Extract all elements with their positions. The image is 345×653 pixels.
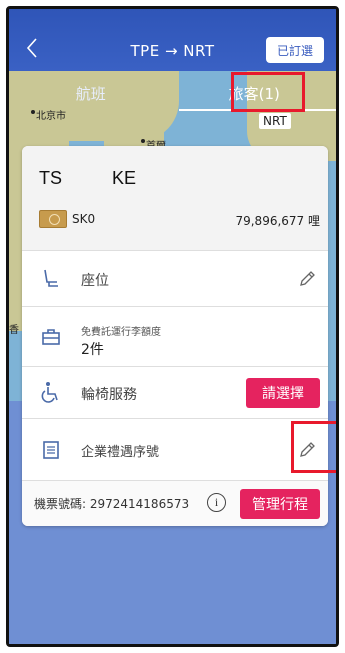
wheelchair-select-button[interactable]: 請選擇: [246, 378, 320, 408]
passenger-card: TS KE SK0 79,896,677 哩 座位 免費託運行李額度 2件 輪椅…: [22, 146, 336, 526]
passenger-header: TS KE SK0 79,896,677 哩: [22, 146, 328, 250]
seat-icon: [44, 269, 58, 287]
membership-card-icon: [39, 210, 67, 228]
passenger-name: TS KE: [39, 168, 136, 189]
passenger-name-start: TS: [39, 168, 63, 188]
wheelchair-row: 輪椅服務 請選擇: [22, 366, 328, 418]
map-label-hk: 香: [9, 325, 19, 336]
manage-trip-button[interactable]: 管理行程: [240, 489, 320, 519]
document-icon: [43, 441, 59, 459]
luggage-icon: [42, 329, 60, 345]
ticket-footer: 機票號碼: 2972414186573 i 管理行程: [22, 480, 328, 526]
redaction-mask: [62, 168, 113, 184]
redaction-mask: [95, 214, 168, 225]
info-icon[interactable]: i: [207, 493, 226, 512]
miles-balance: 79,896,677 哩: [235, 214, 320, 228]
baggage-allowance-label: 免費託運行李額度: [81, 327, 161, 338]
passenger-name-end: KE: [112, 168, 137, 188]
highlight-box-corporate-edit: [291, 421, 336, 473]
wheelchair-icon: [41, 382, 58, 403]
corporate-label: 企業禮遇序號: [81, 445, 160, 460]
seat-row[interactable]: 座位: [22, 250, 328, 306]
ticket-number: 機票號碼: 2972414186573: [34, 497, 190, 511]
tab-flight[interactable]: 航班: [9, 75, 173, 111]
phone-screen: 北京市 首爾 香 TPE → NRT 已訂選 航班 旅客(1) NRT TSKE…: [6, 6, 339, 647]
wheelchair-label: 輪椅服務: [81, 387, 137, 403]
membership-prefix: SK0: [72, 212, 96, 226]
corporate-row[interactable]: 企業禮遇序號: [22, 418, 328, 480]
highlight-box-passenger-tab: [231, 72, 305, 112]
baggage-row: 免費託運行李額度 2件: [22, 306, 328, 366]
baggage-allowance-value: 2件: [81, 342, 104, 358]
nav-bar: TPE → NRT 已訂選: [9, 9, 336, 71]
seat-label: 座位: [81, 273, 109, 289]
edit-seat-pencil-icon[interactable]: [298, 270, 316, 288]
membership-number: SK0: [72, 212, 168, 226]
booked-button[interactable]: 已訂選: [266, 37, 324, 63]
map-label-nrt: NRT: [259, 113, 291, 129]
